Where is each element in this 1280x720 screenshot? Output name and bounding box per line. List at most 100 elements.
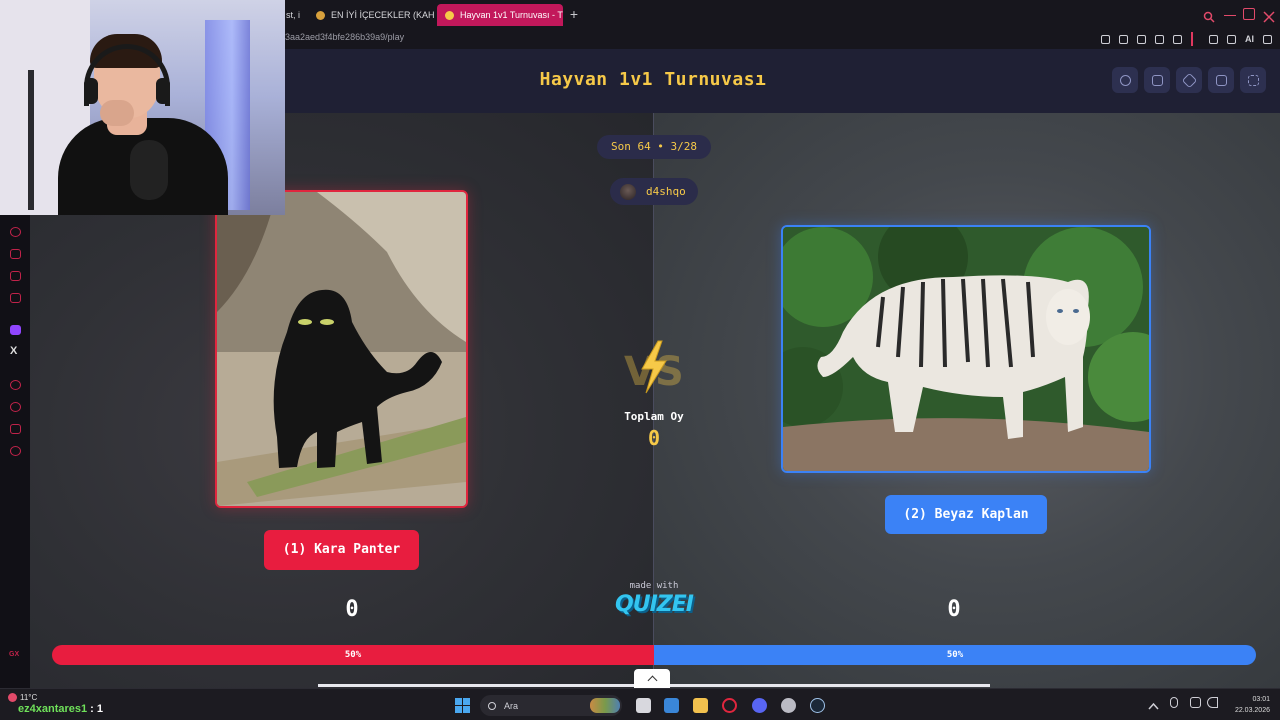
heart-icon[interactable] bbox=[1173, 34, 1182, 44]
webcam-lamp bbox=[28, 70, 34, 210]
headset-cup bbox=[84, 78, 98, 104]
bookmark-icon[interactable] bbox=[1101, 34, 1110, 44]
fullscreen-icon bbox=[1247, 74, 1259, 86]
search-icon bbox=[488, 701, 496, 710]
versus-icon: VS bbox=[624, 340, 684, 395]
microphone-icon bbox=[130, 140, 168, 200]
white-tiger-image bbox=[783, 227, 1149, 471]
flag-icon bbox=[1215, 74, 1227, 86]
x-icon[interactable]: X bbox=[10, 345, 17, 357]
ai-button[interactable]: AI bbox=[1245, 34, 1254, 44]
windows-taskbar: 11°C ez4xantares1 : 1 Ara 03:01 22.03.20… bbox=[0, 688, 1280, 720]
menu-icon[interactable] bbox=[1263, 34, 1272, 44]
browser-tab[interactable]: EN İYİ İÇECEKLER (KAHVE bbox=[308, 4, 434, 26]
clock-icon[interactable] bbox=[10, 402, 21, 412]
made-with-text: made with bbox=[629, 581, 679, 591]
shop-icon[interactable] bbox=[10, 249, 21, 259]
network-icon[interactable] bbox=[1190, 697, 1201, 708]
right-vote-share: 50% bbox=[654, 645, 1256, 665]
report-button[interactable] bbox=[1208, 67, 1234, 93]
gx-icon[interactable]: GX bbox=[9, 651, 19, 658]
overlay-username: ez4xantares1 bbox=[18, 703, 88, 715]
tab-title: EN İYİ İÇECEKLER (KAHVE bbox=[331, 10, 434, 20]
search-icon[interactable] bbox=[1203, 8, 1215, 27]
file-explorer-icon[interactable] bbox=[693, 698, 708, 713]
left-percent-label: 50% bbox=[344, 650, 362, 660]
vote-progress-bar: 50% 50% bbox=[52, 645, 1256, 665]
total-votes-value: 0 bbox=[647, 426, 661, 450]
task-view-icon[interactable] bbox=[636, 698, 651, 713]
settings-icon[interactable] bbox=[10, 446, 21, 456]
adblock-icon[interactable] bbox=[1137, 34, 1146, 44]
browser-toolbar: AI bbox=[1101, 32, 1272, 46]
tab-favicon-icon bbox=[445, 10, 454, 20]
messages-icon[interactable] bbox=[10, 293, 21, 303]
scroll-up-button[interactable] bbox=[634, 669, 670, 688]
separator-icon bbox=[1191, 32, 1200, 46]
copy-icon bbox=[1151, 74, 1163, 86]
weather-icon[interactable] bbox=[8, 693, 17, 702]
steam-icon[interactable] bbox=[810, 698, 825, 713]
eye-button[interactable] bbox=[1112, 67, 1138, 93]
right-contender-image[interactable] bbox=[781, 225, 1151, 473]
obs-icon[interactable] bbox=[781, 698, 796, 713]
tab-favicon-icon bbox=[316, 10, 325, 20]
discord-icon[interactable] bbox=[752, 698, 767, 713]
weather-temp[interactable]: 11°C bbox=[20, 693, 37, 702]
left-score: 0 bbox=[345, 597, 359, 622]
screenshot-icon[interactable] bbox=[1119, 34, 1128, 44]
close-icon[interactable] bbox=[1263, 8, 1275, 23]
volume-icon[interactable] bbox=[1207, 697, 1218, 708]
url-field[interactable]: 3aa2aed3f4bfe286b39a9/play bbox=[285, 32, 404, 42]
browser-tab-active[interactable]: Hayvan 1v1 Turnuvası - Tie bbox=[437, 4, 563, 26]
eye-icon bbox=[1119, 74, 1131, 86]
chevron-up-icon[interactable] bbox=[1148, 697, 1159, 710]
download-icon[interactable] bbox=[1227, 34, 1236, 44]
minimize-icon[interactable] bbox=[1224, 8, 1236, 16]
player-icon[interactable] bbox=[10, 380, 21, 390]
twitch-icon[interactable] bbox=[10, 325, 21, 335]
stream-overlay-user: ez4xantares1 : 1 bbox=[18, 703, 103, 715]
headset-cup bbox=[156, 78, 170, 104]
windows-start-icon[interactable] bbox=[455, 698, 470, 713]
avatar bbox=[620, 183, 636, 200]
vote-left-button[interactable]: (1) Kara Panter bbox=[264, 530, 419, 570]
search-highlight-image bbox=[590, 698, 620, 713]
browser-sidebar: X GX bbox=[0, 215, 30, 688]
total-votes-label: Toplam Oy bbox=[624, 410, 684, 423]
black-panther-image bbox=[217, 192, 466, 506]
profile-icon[interactable] bbox=[1209, 34, 1218, 44]
vote-right-button[interactable]: (2) Beyaz Kaplan bbox=[885, 495, 1047, 534]
taskbar-search[interactable]: Ara bbox=[480, 695, 622, 716]
left-contender-image[interactable] bbox=[215, 190, 468, 508]
chat-icon[interactable] bbox=[10, 271, 21, 281]
new-tab-plus-icon[interactable]: + bbox=[566, 6, 582, 22]
opera-gx-icon[interactable] bbox=[722, 698, 737, 713]
left-vote-share: 50% bbox=[52, 645, 654, 665]
extensions-icon[interactable] bbox=[10, 424, 21, 434]
share-button[interactable] bbox=[1176, 67, 1202, 93]
play-icon[interactable] bbox=[1155, 34, 1164, 44]
copy-button[interactable] bbox=[1144, 67, 1170, 93]
right-percent-label: 50% bbox=[946, 650, 964, 660]
creator-name: d4shqo bbox=[646, 185, 686, 198]
chevron-up-icon bbox=[647, 675, 657, 686]
clock-time: 03:01 bbox=[1252, 696, 1270, 703]
quizei-logo[interactable]: QUIZEI bbox=[593, 592, 715, 617]
tab-title: Hayvan 1v1 Turnuvası - Tie bbox=[460, 10, 563, 20]
creator-badge[interactable]: d4shqo bbox=[610, 178, 698, 205]
microphone-icon[interactable] bbox=[1170, 697, 1178, 708]
round-indicator: Son 64 • 3/28 bbox=[597, 135, 711, 159]
webcam-overlay bbox=[0, 0, 285, 215]
send-icon bbox=[1181, 72, 1197, 88]
search-placeholder: Ara bbox=[504, 700, 519, 711]
store-icon[interactable] bbox=[664, 698, 679, 713]
clock-date: 22.03.2026 bbox=[1234, 707, 1270, 714]
webcam-person-hand bbox=[100, 100, 134, 126]
maximize-icon[interactable] bbox=[1243, 8, 1255, 20]
fullscreen-button[interactable] bbox=[1240, 67, 1266, 93]
tab-title: st, i bbox=[286, 10, 301, 20]
right-score: 0 bbox=[947, 597, 961, 622]
system-clock[interactable]: 03:01 22.03.2026 bbox=[1228, 694, 1270, 716]
history-icon[interactable] bbox=[10, 227, 21, 237]
